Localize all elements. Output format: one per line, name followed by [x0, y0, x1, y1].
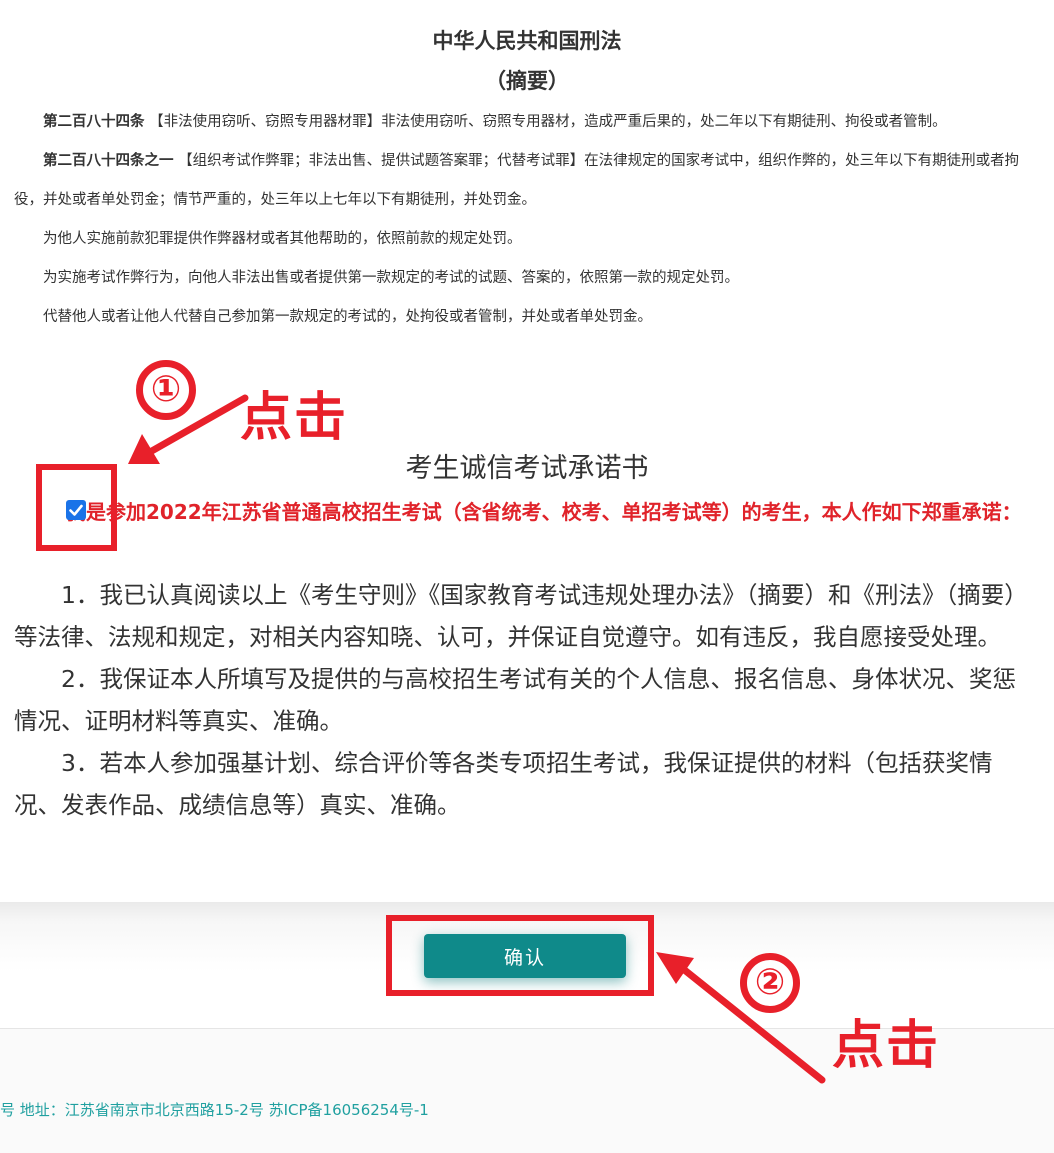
arrow-icon [128, 394, 826, 1084]
